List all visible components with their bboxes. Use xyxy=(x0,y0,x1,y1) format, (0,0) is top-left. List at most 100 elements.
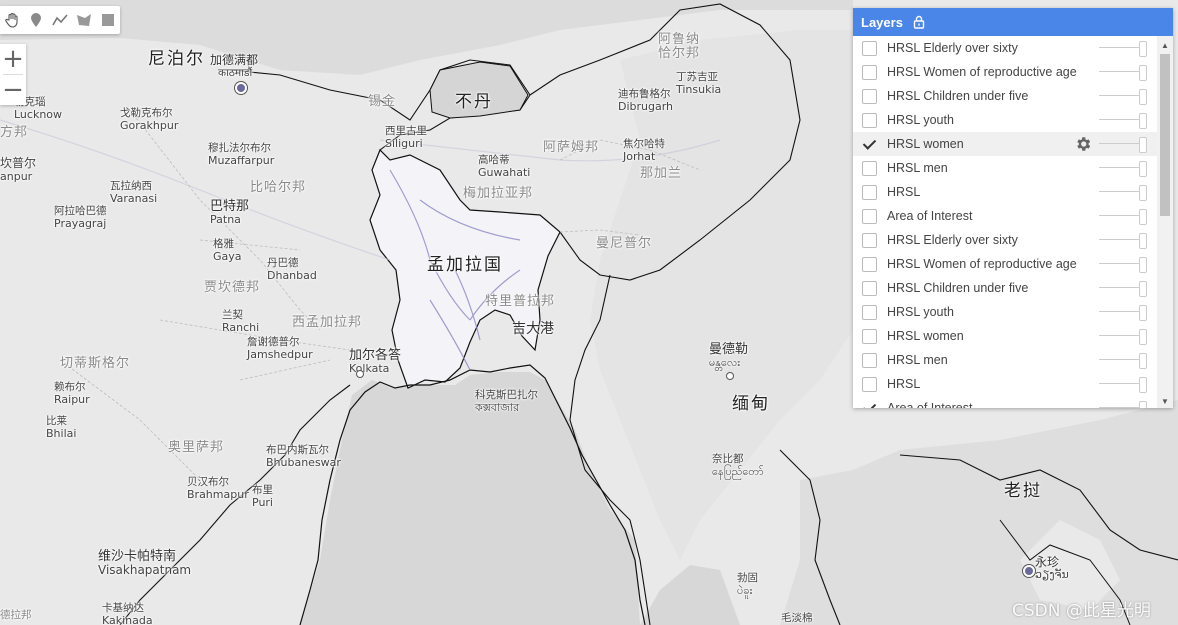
opacity-slider-track[interactable] xyxy=(1099,215,1141,216)
opacity-slider-track[interactable] xyxy=(1099,143,1141,144)
zoom-out-button[interactable]: − xyxy=(0,75,26,105)
layer-label: Area of Interest xyxy=(887,209,973,223)
layer-row[interactable]: Area of Interest xyxy=(853,204,1157,228)
opacity-slider-thumb[interactable] xyxy=(1139,89,1147,105)
label-varanasi: 瓦拉纳西 Varanasi xyxy=(110,180,158,205)
layer-label: HRSL women xyxy=(887,329,964,343)
opacity-slider-track[interactable] xyxy=(1099,287,1141,288)
layer-checkbox[interactable] xyxy=(862,137,877,152)
label-coxs-bazar: 科克斯巴扎尔 কক্সবাজার xyxy=(475,389,538,414)
marker-pin-icon[interactable] xyxy=(24,6,48,34)
draw-line-icon[interactable] xyxy=(48,6,72,34)
layer-label: HRSL Elderly over sixty xyxy=(887,233,1018,247)
layer-row[interactable]: HRSL Children under five xyxy=(853,276,1157,300)
opacity-slider-thumb[interactable] xyxy=(1139,401,1147,408)
label-patna: 巴特那 Patna xyxy=(210,199,250,227)
layer-row[interactable]: HRSL men xyxy=(853,156,1157,180)
layers-header[interactable]: Layers xyxy=(853,8,1173,36)
lock-icon[interactable] xyxy=(913,15,925,29)
opacity-slider-track[interactable] xyxy=(1099,407,1141,408)
opacity-slider-thumb[interactable] xyxy=(1139,257,1147,273)
layer-checkbox[interactable] xyxy=(862,232,877,248)
label-bhubaneswar: 布巴内斯瓦尔 Bhubaneswar xyxy=(266,444,341,469)
layer-checkbox[interactable] xyxy=(862,256,877,272)
layer-row[interactable]: HRSL Children under five xyxy=(853,84,1157,108)
layer-checkbox[interactable] xyxy=(862,40,877,56)
pan-hand-icon[interactable] xyxy=(0,6,24,34)
layer-row[interactable]: HRSL Women of reproductive age xyxy=(853,252,1157,276)
opacity-slider-track[interactable] xyxy=(1099,311,1141,312)
draw-rectangle-icon[interactable] xyxy=(96,6,120,34)
layer-row[interactable]: HRSL youth xyxy=(853,300,1157,324)
layer-row[interactable]: HRSL Elderly over sixty xyxy=(853,228,1157,252)
opacity-slider-thumb[interactable] xyxy=(1139,353,1147,369)
layer-row[interactable]: HRSL men xyxy=(853,348,1157,372)
opacity-slider-thumb[interactable] xyxy=(1139,209,1147,225)
opacity-slider-track[interactable] xyxy=(1099,335,1141,336)
layer-label: HRSL youth xyxy=(887,113,954,127)
layer-checkbox[interactable] xyxy=(862,280,877,296)
gear-icon[interactable] xyxy=(1074,135,1092,153)
layer-checkbox[interactable] xyxy=(862,184,877,200)
label-bhutan: 不丹 xyxy=(455,92,493,112)
opacity-slider-track[interactable] xyxy=(1099,191,1141,192)
opacity-slider-thumb[interactable] xyxy=(1139,41,1147,57)
layer-row[interactable]: HRSL women xyxy=(853,132,1157,156)
opacity-slider-track[interactable] xyxy=(1099,71,1141,72)
opacity-slider-track[interactable] xyxy=(1099,239,1141,240)
opacity-slider-track[interactable] xyxy=(1099,383,1141,384)
opacity-slider-thumb[interactable] xyxy=(1139,305,1147,321)
layer-checkbox[interactable] xyxy=(862,401,877,409)
layer-label: HRSL Children under five xyxy=(887,281,1029,295)
label-raipur: 赖布尔 Raipur xyxy=(54,381,90,406)
label-gaya: 格雅 Gaya xyxy=(213,238,242,263)
scroll-up-arrow-icon[interactable]: ▲ xyxy=(1157,38,1173,52)
opacity-slider-thumb[interactable] xyxy=(1139,161,1147,177)
opacity-slider-thumb[interactable] xyxy=(1139,329,1147,345)
layer-checkbox[interactable] xyxy=(862,352,877,368)
layer-label: HRSL women xyxy=(887,137,964,151)
zoom-in-button[interactable]: + xyxy=(0,44,26,74)
opacity-slider-track[interactable] xyxy=(1099,263,1141,264)
layer-row[interactable]: HRSL women xyxy=(853,324,1157,348)
opacity-slider-track[interactable] xyxy=(1099,95,1141,96)
layer-checkbox[interactable] xyxy=(862,112,877,128)
label-odisha: 奥里萨邦 xyxy=(168,440,225,455)
layer-row[interactable]: HRSL xyxy=(853,372,1157,396)
layer-checkbox[interactable] xyxy=(862,88,877,104)
opacity-slider-thumb[interactable] xyxy=(1139,185,1147,201)
layer-row[interactable]: HRSL Women of reproductive age xyxy=(853,60,1157,84)
layer-checkbox[interactable] xyxy=(862,160,877,176)
opacity-slider-thumb[interactable] xyxy=(1139,233,1147,249)
label-prayagraj: 阿拉哈巴德 Prayagraj xyxy=(54,205,107,230)
draw-polygon-icon[interactable] xyxy=(72,6,96,34)
opacity-slider-thumb[interactable] xyxy=(1139,113,1147,129)
opacity-slider-track[interactable] xyxy=(1099,359,1141,360)
layer-checkbox[interactable] xyxy=(862,64,877,80)
layers-scrollbar[interactable]: ▲ ▼ xyxy=(1157,36,1173,408)
opacity-slider-thumb[interactable] xyxy=(1139,281,1147,297)
layer-checkbox[interactable] xyxy=(862,208,877,224)
layer-row[interactable]: HRSL xyxy=(853,180,1157,204)
layer-row[interactable]: HRSL youth xyxy=(853,108,1157,132)
label-siliguri: 西里古里 Siliguri xyxy=(385,125,427,150)
layer-row[interactable]: HRSL Elderly over sixty xyxy=(853,36,1157,60)
layer-checkbox[interactable] xyxy=(862,376,877,392)
label-sikkim: 锡金 xyxy=(368,94,397,109)
opacity-slider-track[interactable] xyxy=(1099,119,1141,120)
layer-row[interactable]: Area of Interest xyxy=(853,396,1157,408)
opacity-slider-thumb[interactable] xyxy=(1139,377,1147,393)
label-laos: 老挝 xyxy=(1004,481,1042,501)
layer-checkbox[interactable] xyxy=(862,304,877,320)
scroll-down-arrow-icon[interactable]: ▼ xyxy=(1157,394,1173,408)
scroll-thumb[interactable] xyxy=(1160,54,1170,216)
label-jharkhand: 贾坎德邦 xyxy=(204,280,261,295)
opacity-slider-track[interactable] xyxy=(1099,167,1141,168)
label-jorhat: 焦尔哈特 Jorhat xyxy=(623,138,665,163)
opacity-slider-track[interactable] xyxy=(1099,47,1141,48)
label-bihar: 比哈尔邦 xyxy=(250,180,307,195)
label-tripura: 特里普拉邦 xyxy=(485,294,556,309)
opacity-slider-thumb[interactable] xyxy=(1139,65,1147,81)
layer-checkbox[interactable] xyxy=(862,328,877,344)
opacity-slider-thumb[interactable] xyxy=(1139,137,1147,153)
